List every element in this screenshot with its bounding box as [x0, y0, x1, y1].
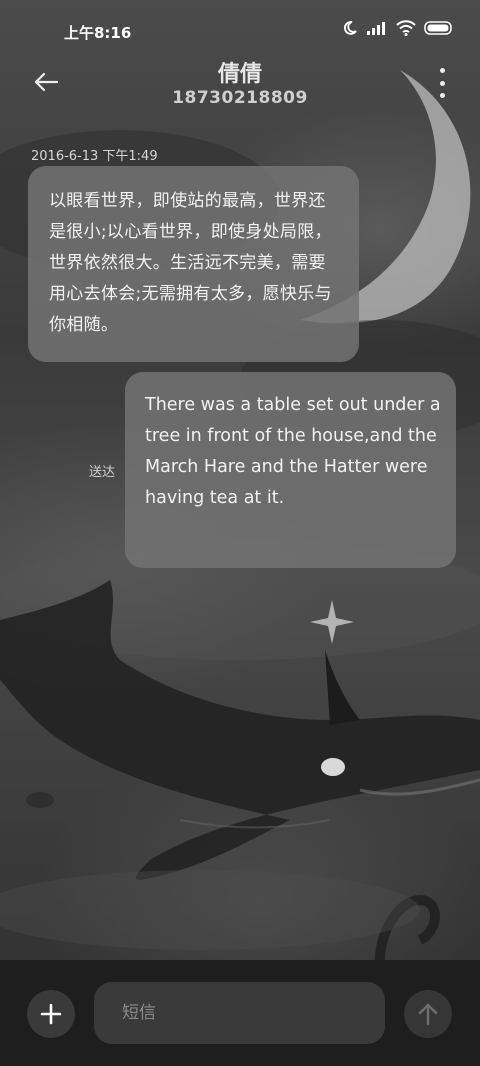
status-time: 上午8:16 — [64, 24, 132, 42]
wifi-icon — [396, 20, 416, 36]
plus-icon — [40, 1003, 62, 1025]
arrow-up-icon — [418, 1003, 438, 1026]
do-not-disturb-moon-icon — [343, 21, 357, 35]
incoming-message-bubble[interactable]: 以眼看世界，即使站的最高，世界还是很小;以心看世界，即使身处局限，世界依然很大。… — [28, 166, 359, 362]
incoming-message-text: 以眼看世界，即使站的最高，世界还是很小;以心看世界，即使身处局限，世界依然很大。… — [49, 191, 332, 335]
signal-icon — [367, 22, 385, 35]
add-attachment-button[interactable] — [27, 990, 75, 1038]
composer-bar — [0, 960, 480, 1066]
contact-number: 18730218809 — [172, 88, 308, 108]
sms-input[interactable] — [94, 982, 385, 1044]
delivery-status: 送达 — [89, 465, 116, 480]
outgoing-message-text: There was a table set out under a tree i… — [145, 395, 441, 508]
status-icons — [342, 20, 454, 36]
contact-name: 倩倩 — [217, 62, 262, 87]
outgoing-message-bubble[interactable]: There was a table set out under a tree i… — [125, 372, 456, 568]
battery-icon — [424, 21, 452, 35]
more-vertical-icon — [439, 68, 445, 73]
send-button[interactable] — [404, 990, 452, 1038]
more-options-button[interactable] — [432, 68, 452, 98]
message-timestamp: 2016-6-13 下午1:49 — [31, 149, 158, 164]
conversation-header: 倩倩 18730218809 — [0, 50, 480, 120]
